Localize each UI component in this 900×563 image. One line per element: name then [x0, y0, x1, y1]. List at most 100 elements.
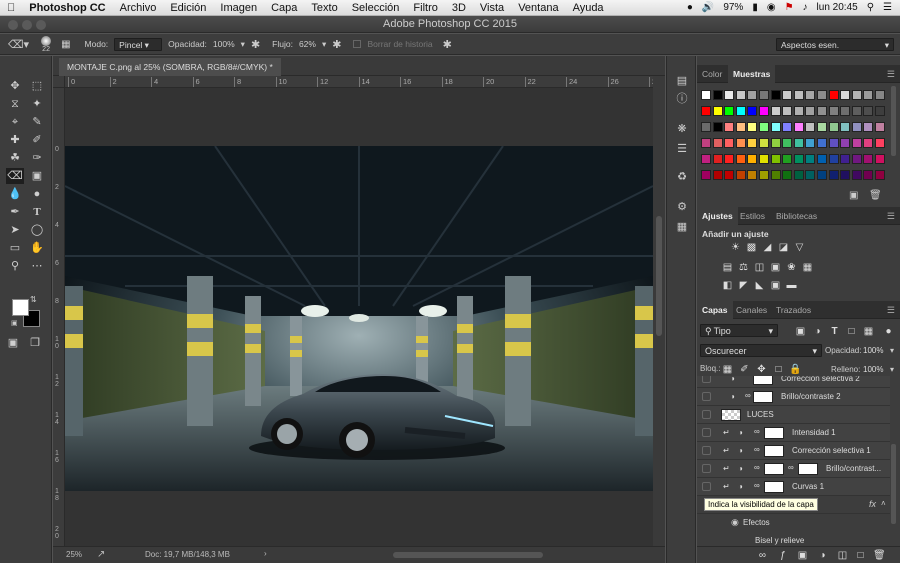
path-selection-tool-icon[interactable]: ➤ [6, 222, 24, 238]
clone-source-icon[interactable]: ♻ [674, 170, 690, 184]
document-tab[interactable]: MONTAJE C.png al 25% (SOMBRA, RGB/8#/CMY… [59, 58, 281, 76]
color-balance-icon[interactable]: ⚖ [738, 262, 749, 273]
document-image[interactable] [65, 146, 653, 491]
color-swatch[interactable] [724, 122, 735, 132]
layer-row[interactable]: ◑ Corrección selectiva 2 [697, 376, 890, 388]
color-swatch[interactable] [840, 138, 851, 148]
filter-toggle-icon[interactable]: ● [883, 326, 894, 337]
tab-paths[interactable]: Trazados [771, 301, 816, 319]
color-swatch[interactable] [875, 106, 885, 116]
opacity-dropdown-icon[interactable]: ▾ [241, 39, 245, 50]
threshold-icon[interactable]: ◣ [754, 280, 765, 291]
layer-opacity-value[interactable]: 100% [863, 346, 883, 355]
color-swatch[interactable] [805, 90, 816, 100]
ruler-horizontal[interactable]: 0246810121416182022242628 [53, 76, 660, 88]
color-swatch[interactable] [782, 154, 793, 164]
layer-name[interactable]: Brillo/contrast... [826, 460, 881, 478]
airbrush-icon[interactable]: ✱ [332, 38, 341, 51]
layer-fx-label[interactable]: fx [869, 499, 876, 509]
horizontal-scroll-thumb[interactable] [393, 552, 543, 558]
color-swatch[interactable] [840, 90, 851, 100]
brush-presets-icon[interactable]: ❋ [674, 122, 690, 136]
color-swatch[interactable] [735, 170, 746, 180]
volume-icon[interactable]: 🔊 [702, 2, 714, 13]
new-adjustment-icon[interactable]: ◑ [817, 550, 828, 561]
visibility-toggle[interactable] [702, 482, 711, 491]
color-swatch[interactable] [782, 106, 793, 116]
history-checkbox[interactable] [353, 40, 362, 48]
color-swatch[interactable] [875, 122, 885, 132]
blend-mode-select[interactable]: Oscurecer ▾ [700, 344, 822, 357]
mode-select[interactable]: Pincel ▾ [114, 37, 163, 51]
visibility-toggle[interactable] [702, 392, 711, 401]
filter-type-icon[interactable]: T [829, 326, 840, 337]
color-swatch[interactable] [828, 90, 839, 100]
color-swatch[interactable] [770, 138, 781, 148]
color-swatch[interactable] [805, 154, 816, 164]
color-swatch[interactable] [875, 138, 885, 148]
color-swatch[interactable] [770, 170, 781, 180]
crop-tool-icon[interactable]: ⌖ [6, 114, 24, 130]
color-swatch[interactable] [863, 170, 874, 180]
eye-icon[interactable]: ◉ [731, 517, 739, 528]
new-swatch-icon[interactable]: ▣ [849, 190, 858, 201]
quick-mask-icon[interactable]: ▣ [4, 335, 22, 351]
photo-filter-icon[interactable]: ▣ [770, 262, 781, 273]
color-swatch[interactable] [840, 154, 851, 164]
flag-icon[interactable]: ⚑ [785, 2, 794, 13]
layer-name[interactable]: LUCES [747, 406, 774, 424]
visibility-toggle[interactable] [702, 446, 711, 455]
visibility-toggle[interactable] [702, 464, 711, 473]
tab-layers[interactable]: Capas [697, 301, 733, 319]
clone-stamp-tool-icon[interactable]: ☘ [6, 150, 24, 166]
color-swatch[interactable] [712, 138, 723, 148]
color-swatch[interactable] [863, 90, 874, 100]
menu-seleccion[interactable]: Selección [345, 2, 407, 14]
effect-item-row[interactable]: Bisel y relieve [697, 532, 890, 546]
lock-artboard-icon[interactable]: □ [773, 364, 784, 375]
vertical-scroll-thumb[interactable] [656, 216, 662, 336]
color-swatch[interactable] [712, 106, 723, 116]
delete-swatch-icon[interactable]: 🗑 [869, 190, 882, 201]
size-pressure-icon[interactable]: ✱ [443, 38, 452, 51]
layer-filter-select[interactable]: ⚲ Tipo ▾ [700, 324, 778, 337]
layer-mask-thumbnail[interactable] [764, 445, 784, 457]
layer-mask-thumbnail[interactable] [764, 427, 784, 439]
color-swatch[interactable] [793, 138, 804, 148]
layer-row[interactable]: ↵ ◑ ∞ Intensidad 1 [697, 424, 890, 442]
color-swatch[interactable] [851, 138, 862, 148]
new-layer-icon[interactable]: □ [855, 550, 866, 561]
visibility-toggle[interactable] [702, 410, 711, 419]
color-swatch[interactable] [735, 138, 746, 148]
color-swatch[interactable] [701, 106, 711, 116]
color-swatch[interactable] [701, 138, 711, 148]
share-icon[interactable]: ↗ [97, 549, 105, 560]
tab-styles[interactable]: Estilos [735, 207, 770, 225]
color-swatch[interactable] [724, 170, 735, 180]
filter-smart-object-icon[interactable]: ▦ [863, 326, 874, 337]
flow-dropdown-icon[interactable]: ▾ [322, 39, 326, 50]
color-swatch[interactable] [712, 122, 723, 132]
fill-value[interactable]: 100% [863, 365, 883, 374]
menu-filtro[interactable]: Filtro [406, 2, 444, 14]
notifications-icon[interactable]: ☰ [883, 2, 892, 13]
ruler-vertical[interactable]: 024681 01 21 41 61 82 02 2 [53, 88, 65, 546]
color-swatch[interactable] [747, 138, 758, 148]
color-swatch[interactable] [735, 154, 746, 164]
menu-ventana[interactable]: Ventana [511, 2, 565, 14]
eraser-tool-icon[interactable]: ⌫ [6, 168, 24, 184]
lock-position-icon[interactable]: ✥ [756, 364, 767, 375]
fill-dropdown-icon[interactable]: ▾ [890, 365, 894, 374]
layer-row[interactable]: ↵ ◑ ∞ Curvas 1 [697, 478, 890, 496]
layer-mask-thumbnail[interactable] [753, 376, 773, 385]
color-swatch[interactable] [805, 138, 816, 148]
color-swatch[interactable] [724, 154, 735, 164]
opacity-value[interactable]: 100% [213, 39, 235, 49]
menu-archivo[interactable]: Archivo [113, 2, 164, 14]
effects-row[interactable]: ◉ Efectos [697, 514, 890, 532]
sound-icon[interactable]: ♪ [803, 2, 808, 13]
filter-adjustment-icon[interactable]: ◑ [812, 326, 823, 337]
zoom-level[interactable]: 25% [66, 550, 82, 559]
menu-edicion[interactable]: Edición [163, 2, 213, 14]
color-swatch[interactable] [701, 122, 711, 132]
